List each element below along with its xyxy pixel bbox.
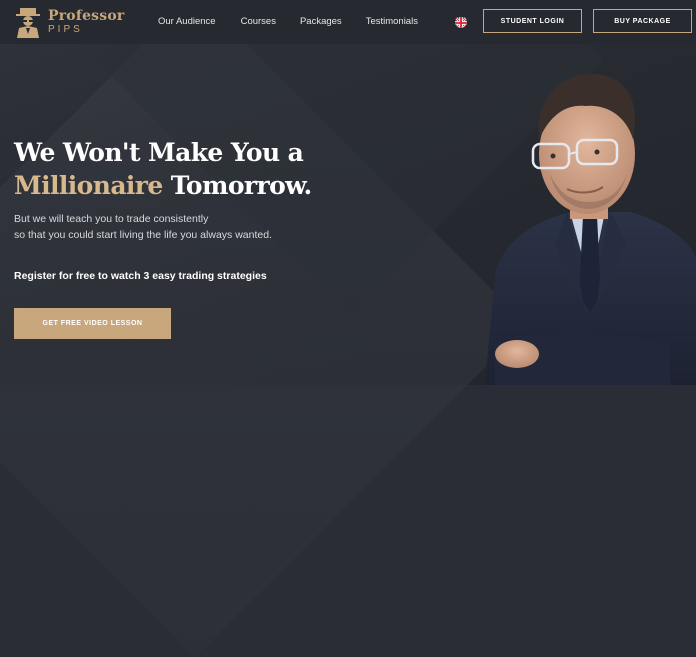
headline-line-1: We Won't Make You a [14,138,304,167]
student-login-button[interactable]: STUDENT LOGIN [483,9,582,33]
get-free-video-lesson-button[interactable]: GET FREE VIDEO LESSON [14,308,171,339]
brand-subtitle: PIPS [48,24,83,35]
nav-testimonials[interactable]: Testimonials [366,16,418,27]
brand-logo[interactable]: Professor PIPS [14,6,124,38]
hero-subtitle: But we will teach you to trade consisten… [14,211,334,243]
hero-subtitle-line-2: so that you could start living the life … [14,229,272,241]
hero-subtitle-line-1: But we will teach you to trade consisten… [14,213,209,225]
professor-logo-icon [14,6,42,38]
headline-line-2: Tomorrow. [162,171,312,200]
site-header: Professor PIPS Our Audience Courses Pack… [0,0,696,44]
nav-courses[interactable]: Courses [241,16,276,27]
hero-headline: We Won't Make You a Millionaire Tomorrow… [14,136,312,202]
brand-name: Professor [48,8,125,24]
register-prompt: Register for free to watch 3 easy tradin… [14,270,267,282]
uk-flag-icon[interactable] [455,16,467,28]
professor-portrait-image [455,44,696,385]
nav-our-audience[interactable]: Our Audience [158,16,216,27]
main-nav: Our Audience Courses Packages Testimonia… [158,16,418,27]
buy-package-button[interactable]: BUY PACKAGE [593,9,692,33]
nav-packages[interactable]: Packages [300,16,342,27]
headline-highlight: Millionaire [14,171,163,200]
